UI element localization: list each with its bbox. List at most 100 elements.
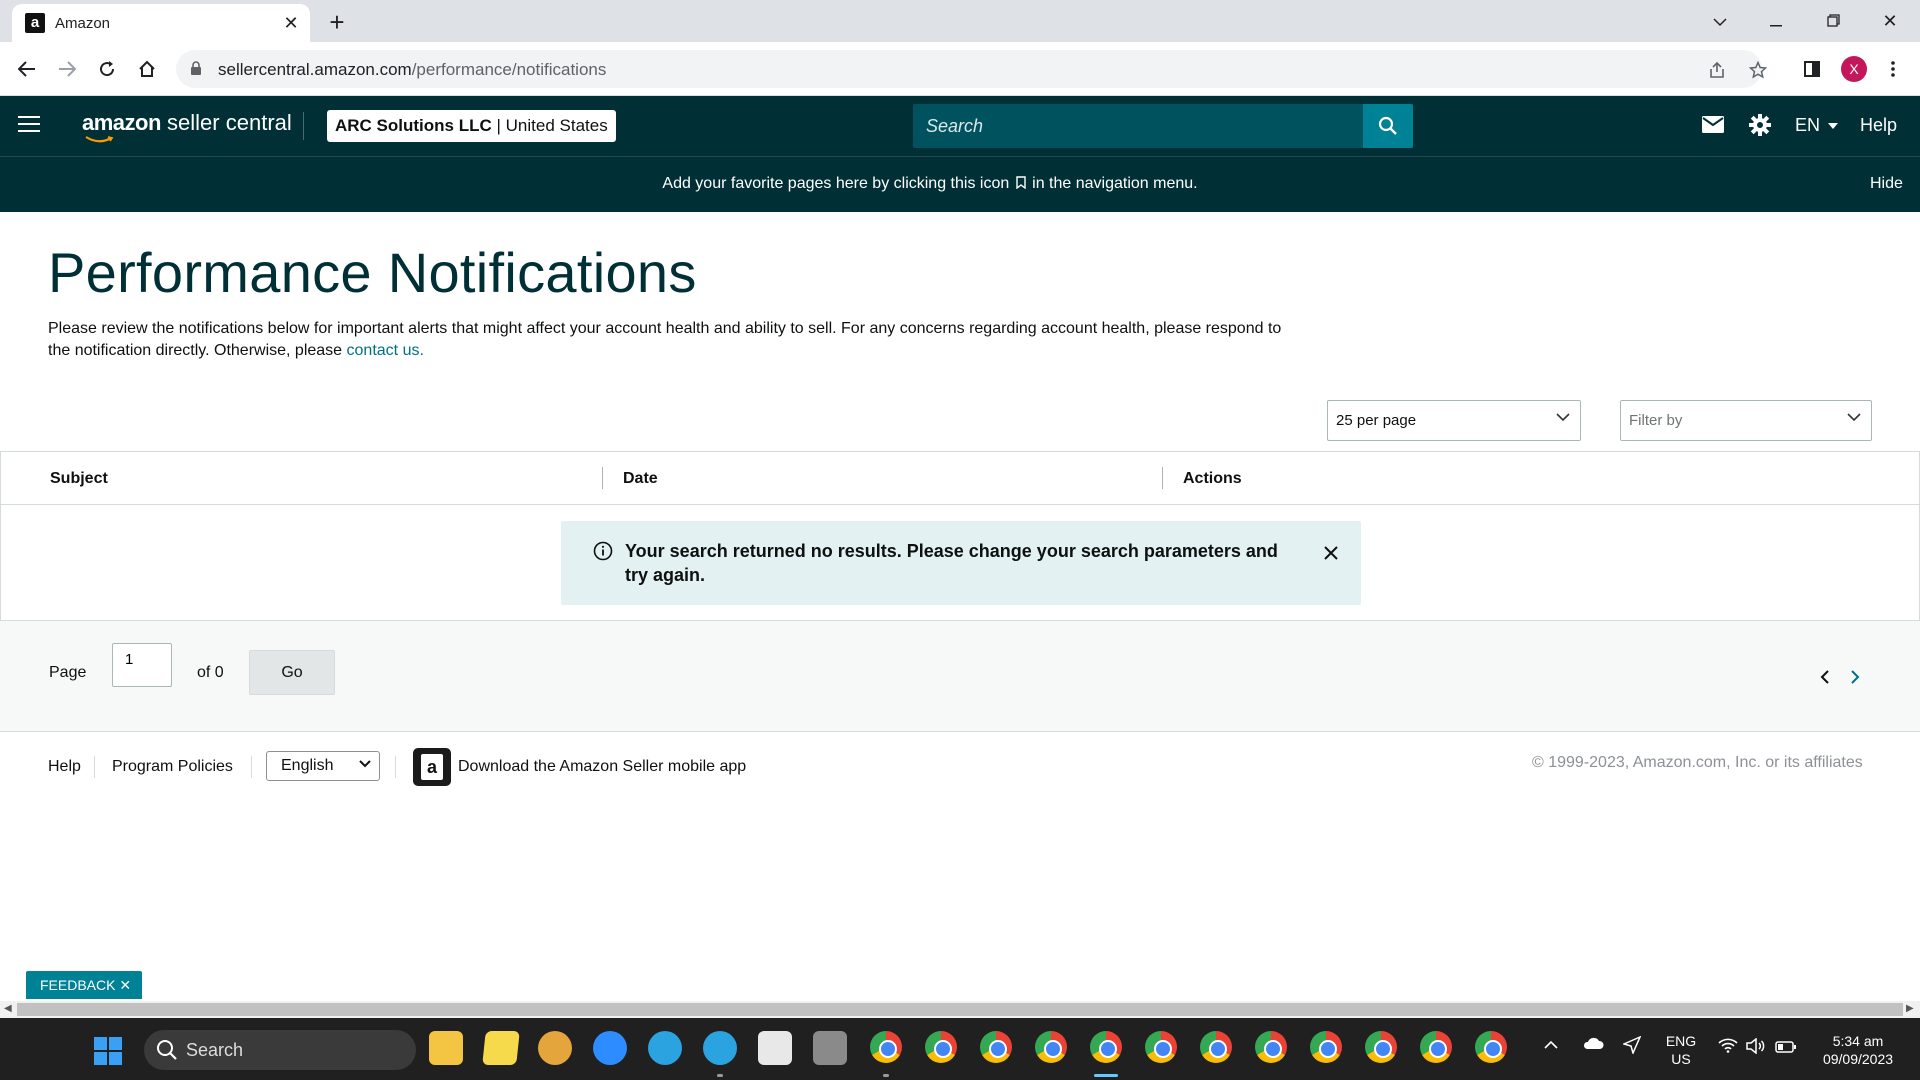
zoom-icon[interactable] xyxy=(593,1031,627,1065)
go-button[interactable]: Go xyxy=(249,650,335,695)
scroll-left-icon[interactable]: ◀ xyxy=(4,1003,12,1014)
app-icon[interactable] xyxy=(538,1031,572,1065)
new-tab-button[interactable]: + xyxy=(322,8,352,36)
column-resizer[interactable] xyxy=(602,467,603,489)
tab-title: Amazon xyxy=(55,15,111,32)
back-arrow-icon[interactable] xyxy=(12,54,42,84)
chrome-icon[interactable] xyxy=(1365,1031,1397,1063)
settings-gear-icon[interactable] xyxy=(1749,114,1771,136)
battery-icon[interactable] xyxy=(1775,1040,1797,1056)
per-page-select[interactable]: 25 per page xyxy=(1327,400,1581,441)
browser-tab[interactable]: a Amazon ✕ xyxy=(12,4,310,42)
forward-arrow-icon[interactable] xyxy=(52,54,82,84)
close-tab-icon[interactable]: ✕ xyxy=(280,12,302,34)
banner-hide-link[interactable]: Hide xyxy=(1870,175,1903,193)
chrome-icon[interactable] xyxy=(1255,1031,1287,1063)
chrome-icon[interactable] xyxy=(1310,1031,1342,1063)
program-policies-link[interactable]: Program Policies xyxy=(112,758,233,776)
windows-start-icon[interactable] xyxy=(94,1037,122,1065)
address-bar[interactable]: sellercentral.amazon.com/performance/not… xyxy=(176,50,1767,88)
close-window-button[interactable]: ✕ xyxy=(1870,6,1910,36)
search-button[interactable] xyxy=(1363,104,1413,148)
banner-text-before: Add your favorite pages here by clicking… xyxy=(662,175,1010,192)
amazon-smile-icon xyxy=(85,136,114,143)
file-explorer-icon[interactable] xyxy=(429,1031,463,1065)
snipping-tool-icon[interactable] xyxy=(758,1031,792,1065)
home-icon[interactable] xyxy=(132,54,162,84)
side-panel-icon[interactable] xyxy=(1797,54,1827,84)
column-date[interactable]: Date xyxy=(623,470,658,488)
reload-icon[interactable] xyxy=(92,54,122,84)
volume-icon[interactable] xyxy=(1746,1037,1766,1057)
page-count-label: of 0 xyxy=(197,664,224,681)
bookmark-star-icon[interactable] xyxy=(1747,59,1769,81)
restore-window-button[interactable] xyxy=(1813,6,1853,36)
footer-language-select[interactable]: English xyxy=(266,751,380,781)
chrome-icon[interactable] xyxy=(1475,1031,1507,1063)
search-input[interactable] xyxy=(913,104,1363,148)
seller-central-logo[interactable]: amazon seller central xyxy=(82,110,292,143)
header-divider xyxy=(303,112,304,140)
chrome-icon[interactable] xyxy=(1035,1031,1067,1063)
bookmark-icon xyxy=(1016,176,1026,190)
telegram-icon[interactable] xyxy=(648,1031,682,1065)
chrome-icon[interactable] xyxy=(925,1031,957,1063)
chrome-icon[interactable] xyxy=(1145,1031,1177,1063)
profile-avatar[interactable]: X xyxy=(1839,54,1869,84)
horizontal-scrollbar[interactable]: ◀ ▶ xyxy=(0,1001,1920,1018)
close-alert-icon[interactable] xyxy=(1319,541,1343,565)
chrome-icon[interactable] xyxy=(980,1031,1012,1063)
scroll-right-icon[interactable]: ▶ xyxy=(1906,1003,1914,1014)
next-page-icon[interactable] xyxy=(1846,668,1864,686)
lock-icon xyxy=(190,61,202,81)
page-intro: Please review the notifications below fo… xyxy=(48,318,1288,362)
seller-app-letter: a xyxy=(421,754,443,780)
column-actions: Actions xyxy=(1183,470,1242,487)
show-hidden-icons-icon[interactable] xyxy=(1544,1036,1558,1052)
chevron-down-icon xyxy=(359,760,371,768)
table-header: Subject Date Actions xyxy=(1,452,1919,505)
intro-text: Please review the notifications below fo… xyxy=(48,320,1282,359)
hamburger-menu-icon[interactable] xyxy=(18,116,40,134)
location-icon[interactable] xyxy=(1621,1035,1642,1057)
footer-language-value: English xyxy=(281,757,334,774)
taskbar-search[interactable]: Search xyxy=(144,1030,416,1070)
account-switcher[interactable]: ARC Solutions LLC | United States xyxy=(327,110,616,142)
feedback-button[interactable]: FEEDBACK ✕ xyxy=(26,971,142,999)
footer-help-link[interactable]: Help xyxy=(48,758,81,776)
calculator-icon[interactable] xyxy=(813,1031,847,1065)
previous-page-icon[interactable] xyxy=(1815,668,1833,686)
taskbar-clock[interactable]: 5:34 am 09/09/2023 xyxy=(1812,1032,1904,1068)
seller-app-icon[interactable]: a xyxy=(413,748,451,786)
filter-by-select[interactable]: Filter by xyxy=(1620,400,1872,441)
chrome-icon[interactable] xyxy=(1420,1031,1452,1063)
chrome-icon[interactable] xyxy=(1090,1031,1122,1063)
chrome-icon[interactable] xyxy=(870,1031,902,1063)
column-subject[interactable]: Subject xyxy=(50,470,108,488)
scrollbar-thumb[interactable] xyxy=(17,1003,1903,1016)
column-resizer[interactable] xyxy=(1162,467,1163,489)
telegram-icon[interactable] xyxy=(703,1031,737,1065)
contact-us-link[interactable]: contact us. xyxy=(347,342,424,359)
header-help-link[interactable]: Help xyxy=(1860,115,1897,136)
minimize-window-button[interactable] xyxy=(1756,6,1796,36)
onedrive-cloud-icon[interactable] xyxy=(1582,1036,1604,1053)
tab-search-icon[interactable] xyxy=(1700,6,1740,36)
chrome-icon[interactable] xyxy=(1200,1031,1232,1063)
mail-icon[interactable] xyxy=(1702,116,1724,133)
seller-central-header: amazon seller central ARC Solutions LLC … xyxy=(0,96,1920,156)
search-icon xyxy=(1378,116,1397,135)
sticky-notes-icon[interactable] xyxy=(482,1031,520,1065)
input-language-indicator[interactable]: ENG US xyxy=(1663,1032,1699,1068)
region-code: US xyxy=(1671,1051,1691,1067)
page-number-input[interactable] xyxy=(112,643,172,687)
wifi-icon[interactable] xyxy=(1718,1038,1738,1056)
share-icon[interactable] xyxy=(1706,59,1728,81)
per-page-value: 25 per page xyxy=(1336,412,1417,429)
banner-text-after: in the navigation menu. xyxy=(1032,175,1198,192)
page-footer: Help Program Policies English a Download… xyxy=(0,732,1920,802)
account-region: United States xyxy=(505,116,608,135)
browser-menu-icon[interactable] xyxy=(1878,54,1908,84)
download-app-link[interactable]: Download the Amazon Seller mobile app xyxy=(458,758,746,776)
language-selector[interactable]: EN xyxy=(1795,115,1839,136)
